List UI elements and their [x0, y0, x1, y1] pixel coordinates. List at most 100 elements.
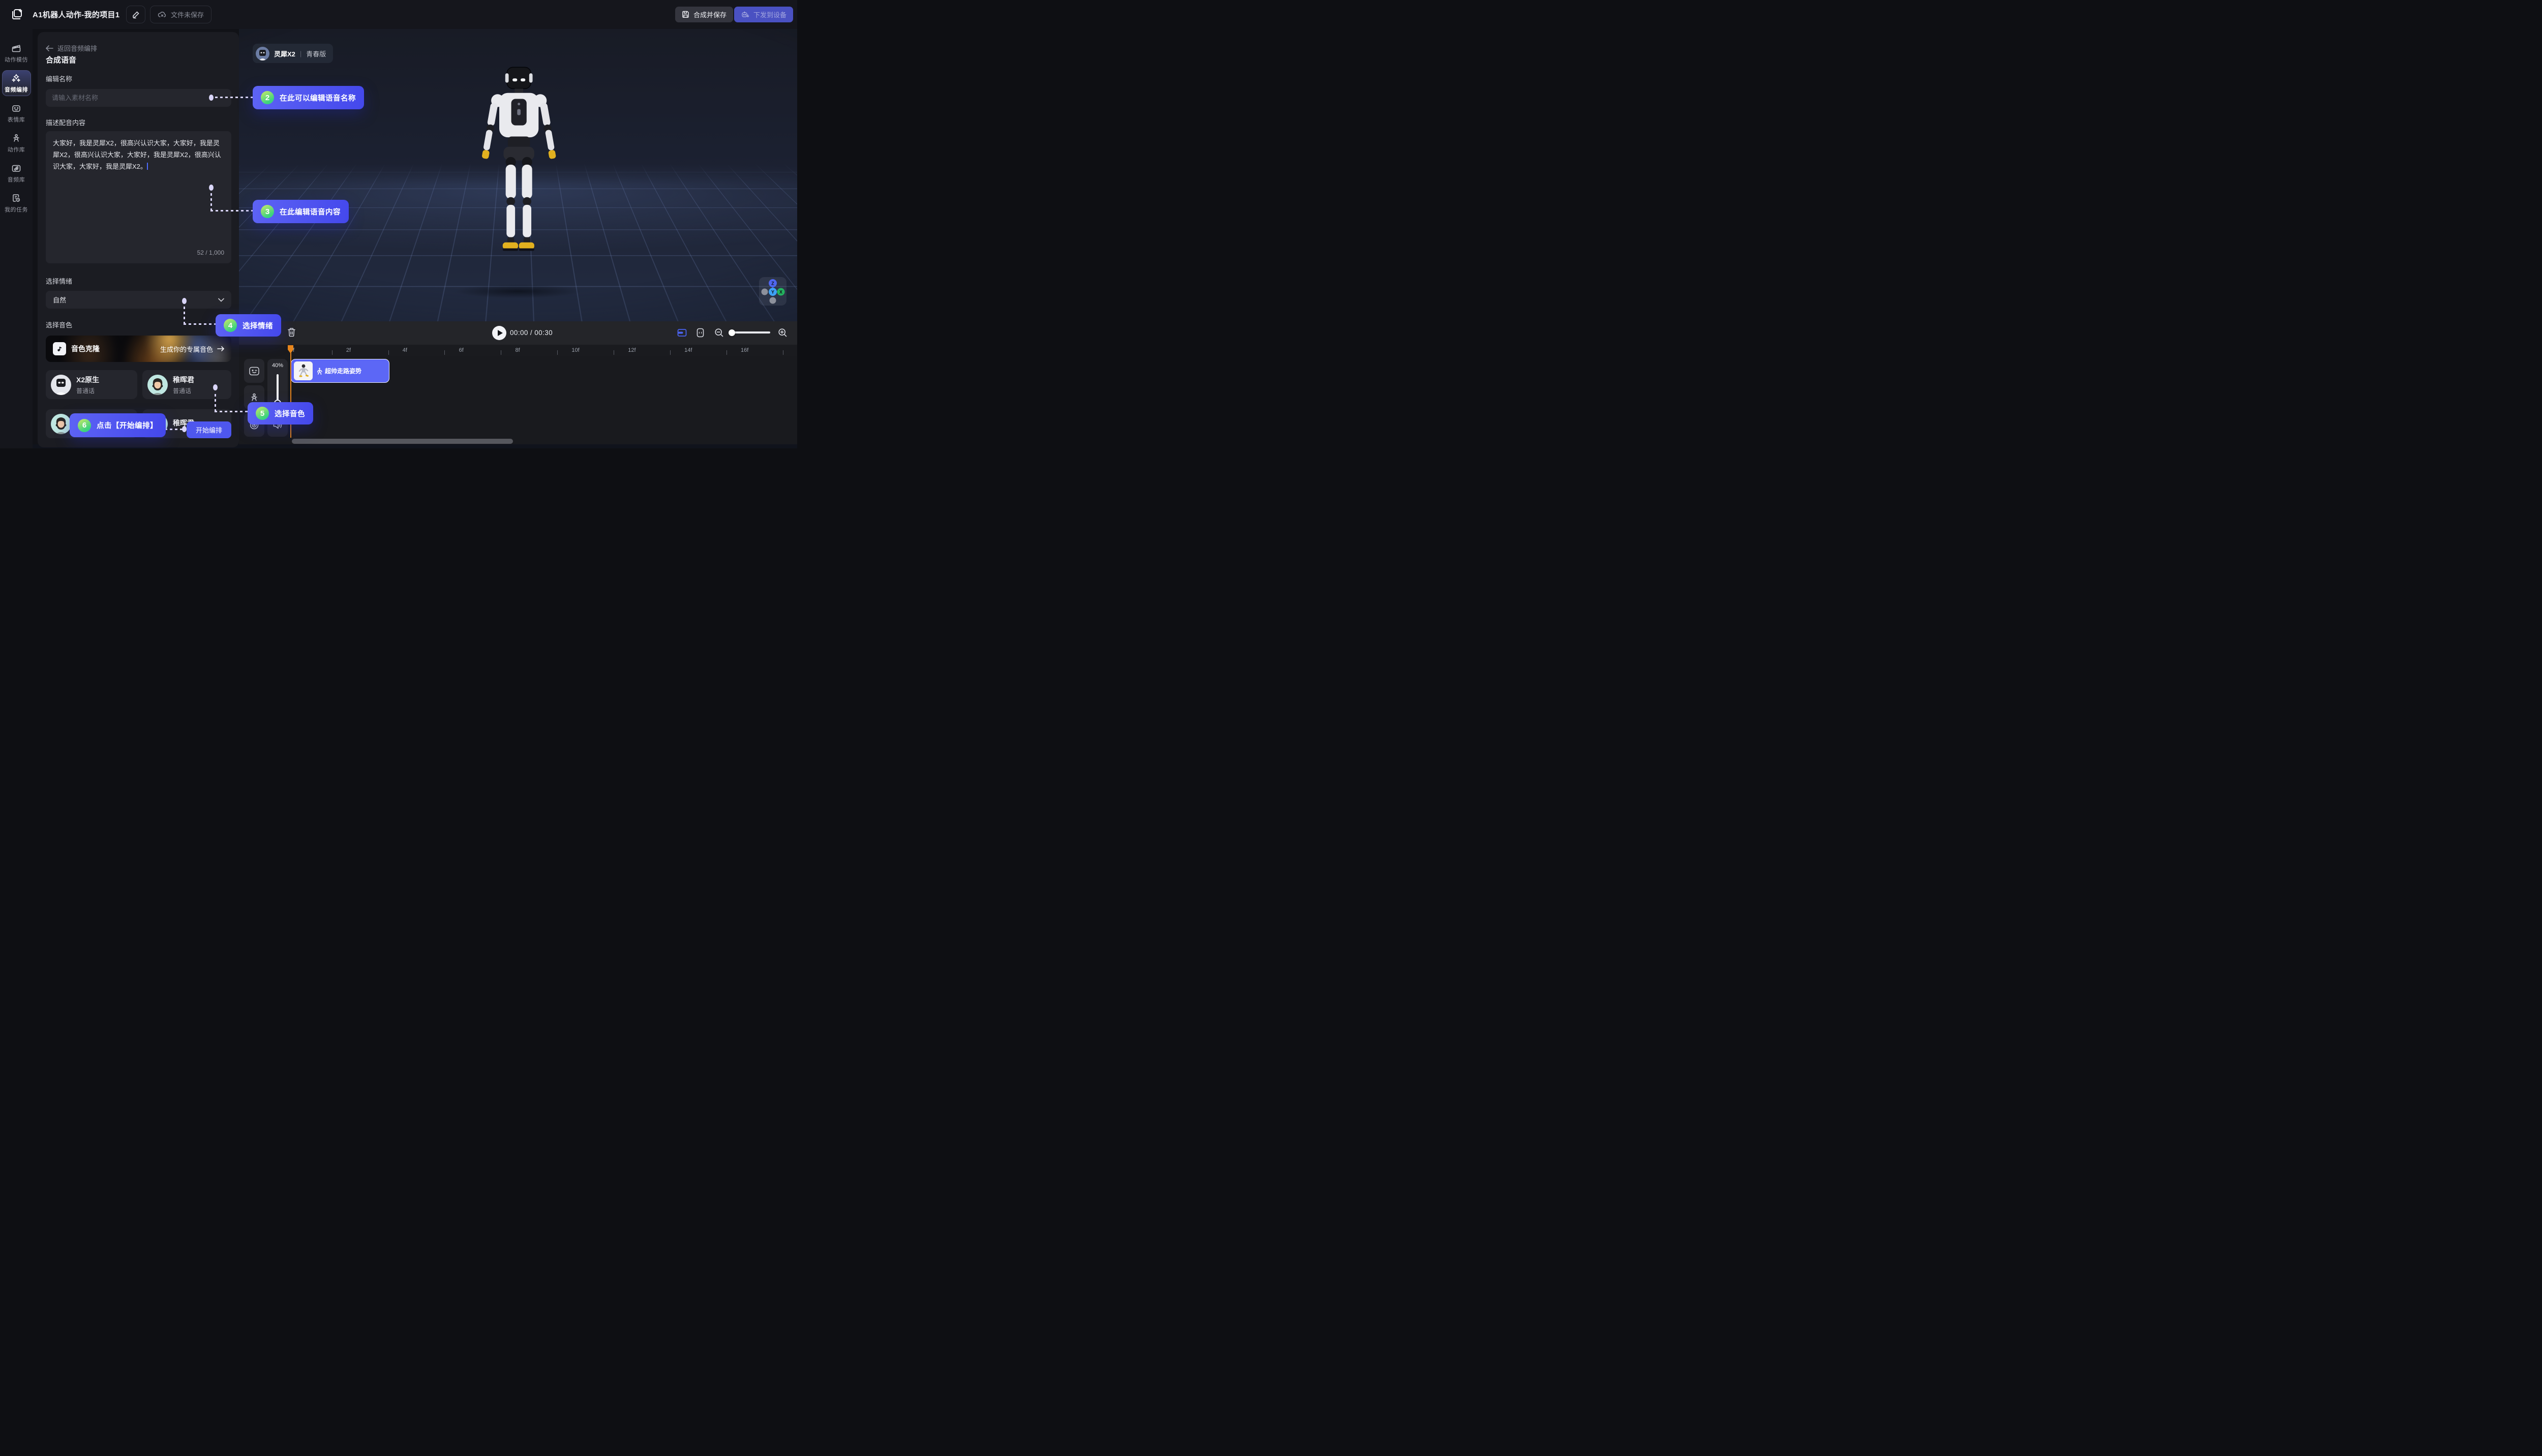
voice-content-textarea[interactable]: 大家好，我是灵犀X2，很高兴认识大家，大家好，我是灵犀X2，很高兴认识大家，大家…	[46, 131, 231, 263]
ruler-label: 2f	[346, 345, 374, 356]
ruler-label: 16f	[741, 345, 769, 356]
deploy-to-device-button[interactable]: 下发到设备	[734, 7, 793, 22]
project-title: A1机器人动作-我的项目1	[33, 0, 119, 29]
play-button[interactable]	[492, 326, 506, 340]
nav-motion-mimic[interactable]: 动作模仿	[2, 40, 31, 66]
trash-icon[interactable]	[287, 327, 296, 337]
save-button[interactable]: 合成并保存	[675, 7, 733, 22]
fit-timeline-icon[interactable]	[677, 328, 687, 338]
connector-dot	[182, 298, 187, 304]
tip-text: 选择情绪	[243, 320, 273, 331]
volume-value: 40%	[267, 362, 288, 369]
tip-click-start: 6 点击【开始编排】	[70, 413, 166, 437]
tip-text: 在此可以编辑语音名称	[280, 93, 356, 103]
voice-card-x2[interactable]: X2原生普通话	[46, 370, 137, 399]
voice-avatar-person	[51, 414, 71, 434]
person-icon	[249, 392, 259, 403]
top-bar: A1机器人动作-我的项目1 文件未保存 合成并保存 下发到设备	[0, 0, 797, 29]
voice-content-text: 大家好，我是灵犀X2，很高兴认识大家，大家好，我是灵犀X2，很高兴认识大家，大家…	[53, 139, 221, 170]
playhead-line	[290, 351, 291, 438]
expression-track-button[interactable]	[244, 359, 264, 383]
pencil-icon	[132, 11, 140, 19]
step-number-badge: 5	[256, 407, 269, 420]
clapperboard-icon	[11, 43, 21, 53]
clip-label: 超帅走路姿势	[325, 367, 361, 375]
voice-name: 稚晖君	[173, 375, 194, 385]
chevron-down-icon	[218, 298, 224, 302]
timeline-ruler[interactable]: 0f 2f 4f 6f 8f 10f 12f 14f 16f	[290, 345, 797, 356]
step-number-badge: 6	[78, 419, 91, 432]
voice-name: X2原生	[76, 375, 99, 385]
connector-dot	[209, 185, 214, 191]
robot-model[interactable]	[454, 60, 582, 284]
app-logo-icon	[10, 7, 24, 21]
left-nav: 动作模仿 音频编排 表情库 动作库 音频库 我的任务	[0, 29, 33, 448]
connector-line	[210, 192, 212, 211]
axis-y-label: Y	[771, 290, 774, 295]
clip-thumbnail	[294, 361, 313, 380]
expand-clip-icon[interactable]	[697, 328, 704, 338]
time-display: 00:00 / 00:30	[510, 329, 553, 337]
timeline-tracks: 0f 2f 4f 6f 8f 10f 12f 14f 16f 40%	[239, 345, 797, 444]
voice-card-zhihuijun[interactable]: 稚晖君普通话	[142, 370, 231, 399]
nav-audio-library[interactable]: 音频库	[2, 160, 31, 186]
arrow-right-icon	[217, 346, 224, 351]
arrow-left-icon	[46, 45, 53, 51]
content-label: 描述配音内容	[46, 117, 85, 127]
nav-audio-arrange[interactable]: 音频编排	[2, 70, 31, 96]
tip-select-voice: 5 选择音色	[248, 402, 313, 424]
text-caret	[147, 163, 148, 170]
nav-action-library[interactable]: 动作库	[2, 130, 31, 156]
zoom-in-icon[interactable]	[778, 328, 788, 338]
step-number-badge: 3	[261, 205, 274, 218]
action-clip[interactable]: 超帅走路姿势	[291, 359, 389, 383]
voice-clone-banner[interactable]: 音色克隆 生成你的专属音色	[46, 336, 231, 362]
music-folder-icon	[11, 163, 21, 173]
nav-label: 我的任务	[5, 205, 28, 214]
connector-dot	[209, 95, 214, 101]
task-list-icon	[11, 193, 21, 203]
start-arrange-button[interactable]: 开始编排	[187, 421, 231, 438]
char-count: 52 / 1,000	[197, 248, 224, 258]
emotion-select[interactable]: 自然	[46, 291, 231, 309]
sparkles-icon	[11, 73, 21, 83]
clone-cta: 生成你的专属音色	[160, 344, 224, 354]
nav-my-tasks[interactable]: 我的任务	[2, 190, 31, 216]
voice-lang: 普通话	[173, 386, 194, 395]
connector-line	[215, 391, 216, 412]
robot-badge: 灵犀X2 | 青春版	[253, 44, 333, 63]
file-unsaved-button[interactable]: 文件未保存	[150, 6, 211, 23]
badge-divider: |	[300, 50, 301, 57]
ruler-label: 4f	[403, 345, 431, 356]
timeline-horizontal-scrollbar[interactable]	[292, 439, 513, 444]
tip-edit-name: 2 在此可以编辑语音名称	[253, 86, 364, 109]
ruler-label: 14f	[684, 345, 712, 356]
axis-gizmo[interactable]: Z Y X	[759, 277, 786, 306]
synthesis-panel: 返回音频编排 合成语音 编辑名称 描述配音内容 大家好，我是灵犀X2，很高兴认识…	[38, 32, 239, 447]
volume-slider-track[interactable]	[277, 374, 279, 403]
robot-shadow	[434, 282, 602, 300]
back-to-audio-arrange[interactable]: 返回音频编排	[46, 43, 97, 53]
robot-download-icon	[741, 10, 749, 19]
connector-line	[165, 429, 183, 430]
nav-label: 表情库	[8, 115, 25, 124]
connector-line	[210, 210, 253, 211]
walking-person-icon	[316, 368, 322, 375]
robot-name: 灵犀X2	[274, 49, 295, 58]
nav-label: 音频编排	[5, 85, 28, 94]
axis-z-label: Z	[771, 281, 774, 286]
panel-title: 合成语音	[46, 54, 76, 65]
nav-expression-library[interactable]: 表情库	[2, 100, 31, 126]
emotion-label: 选择情绪	[46, 276, 72, 286]
connector-line	[215, 97, 253, 98]
viewport-3d[interactable]: 灵犀X2 | 青春版 Z Y X	[239, 29, 797, 321]
tip-edit-content: 3 在此编辑语音内容	[253, 200, 349, 223]
save-icon	[682, 11, 689, 18]
rename-button[interactable]	[126, 6, 145, 23]
timeline-zoom-slider[interactable]	[730, 331, 770, 333]
app-window: A1机器人动作-我的项目1 文件未保存 合成并保存 下发到设备 动作模仿 音频编…	[0, 0, 797, 448]
slider-thumb[interactable]	[729, 329, 735, 336]
deploy-label: 下发到设备	[753, 10, 786, 19]
zoom-out-icon[interactable]	[714, 328, 724, 338]
material-name-input[interactable]	[46, 89, 231, 107]
